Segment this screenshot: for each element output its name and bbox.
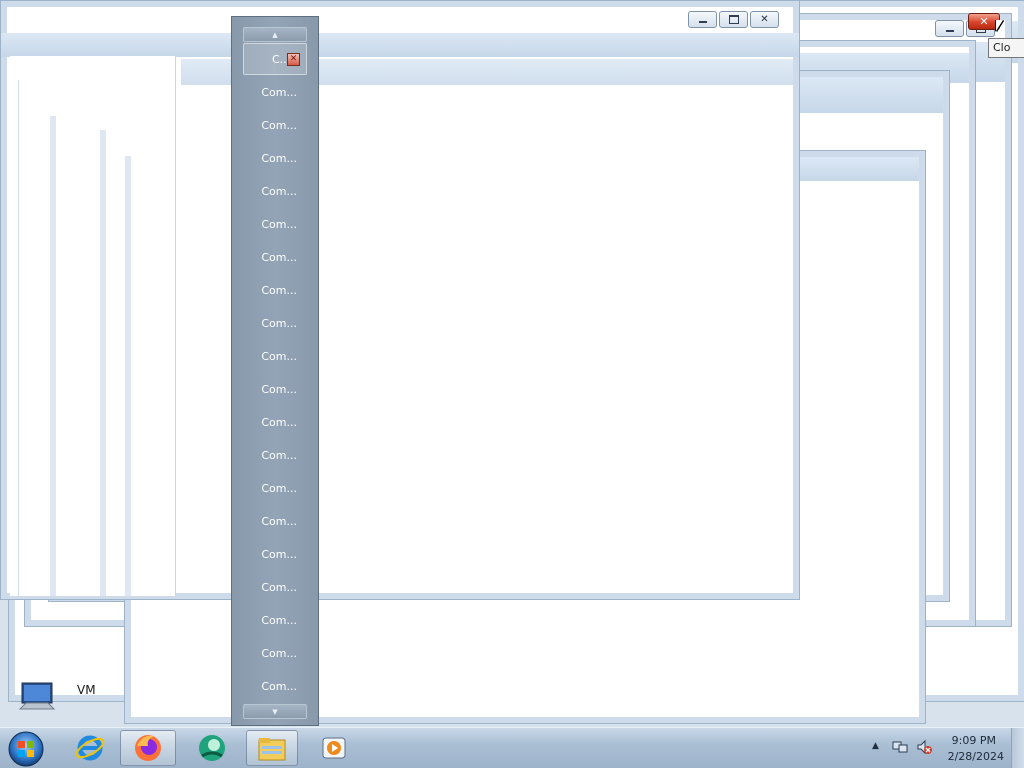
list-item[interactable]: Com... bbox=[243, 109, 307, 141]
list-item[interactable]: Com... bbox=[243, 241, 307, 273]
list-item-label: Com... bbox=[261, 448, 297, 462]
list-item[interactable]: Com... bbox=[243, 670, 307, 702]
list-item-label: Com... bbox=[261, 349, 297, 363]
list-item-label: Com... bbox=[261, 481, 297, 495]
minimize-button[interactable] bbox=[688, 11, 717, 28]
list-item-label: Com... bbox=[261, 679, 297, 693]
list-item[interactable]: Com... bbox=[243, 406, 307, 438]
list-item[interactable]: Com... bbox=[243, 604, 307, 636]
close-button[interactable]: ✕ bbox=[750, 11, 779, 28]
list-item[interactable]: Com... bbox=[243, 472, 307, 504]
list-item[interactable]: Com... bbox=[243, 208, 307, 240]
show-desktop-button[interactable] bbox=[1011, 728, 1024, 768]
desktop: ✕ ▲ C... ✕ Com... Com... Com... Com... C… bbox=[0, 0, 1024, 768]
taskbar: ▲ 9:09 PM 2/28/2024 bbox=[0, 727, 1024, 768]
list-item[interactable]: Com... bbox=[243, 637, 307, 669]
list-item[interactable]: Com... bbox=[243, 373, 307, 405]
list-item[interactable]: Com... bbox=[243, 538, 307, 570]
list-item-label: Com... bbox=[261, 283, 297, 297]
taskbar-media[interactable] bbox=[306, 730, 362, 766]
system-tray: ▲ 9:09 PM 2/28/2024 bbox=[864, 728, 1024, 768]
list-item[interactable]: Com... bbox=[243, 505, 307, 537]
list-item-label: Com... bbox=[261, 85, 297, 99]
list-item[interactable]: Com... bbox=[243, 307, 307, 339]
green-app-icon bbox=[199, 735, 225, 761]
tooltip: Clo bbox=[988, 38, 1024, 58]
list-item-label: Com... bbox=[261, 580, 297, 594]
list-item[interactable]: Com... bbox=[243, 340, 307, 372]
window-overflow-list[interactable]: ▲ C... ✕ Com... Com... Com... Com... Com… bbox=[231, 16, 319, 726]
maximize-button[interactable] bbox=[719, 11, 748, 28]
list-item-label: Com... bbox=[261, 316, 297, 330]
list-item-label: Com... bbox=[261, 250, 297, 264]
list-item[interactable]: Com... bbox=[243, 142, 307, 174]
computer-icon[interactable] bbox=[18, 681, 62, 711]
list-item-label: Com... bbox=[261, 382, 297, 396]
taskbar-app[interactable] bbox=[184, 730, 240, 766]
triangle-up-icon: ▲ bbox=[272, 30, 278, 39]
taskbar-explorer[interactable] bbox=[246, 730, 298, 766]
clock-time[interactable]: 9:09 PM bbox=[952, 734, 996, 747]
start-button[interactable] bbox=[6, 729, 46, 768]
firefox-icon bbox=[135, 735, 161, 761]
list-item-label: Com... bbox=[261, 547, 297, 561]
list-item-label: Com... bbox=[261, 514, 297, 528]
internet-explorer-icon bbox=[75, 735, 105, 761]
volume-muted-icon[interactable] bbox=[916, 739, 932, 755]
list-item-label: Com... bbox=[261, 217, 297, 231]
list-item[interactable]: Com... bbox=[243, 571, 307, 603]
triangle-down-icon: ▼ bbox=[272, 707, 278, 716]
list-item-label: Com... bbox=[261, 415, 297, 429]
network-icon[interactable] bbox=[892, 739, 908, 755]
scroll-up-button[interactable]: ▲ bbox=[243, 27, 307, 42]
list-item-label: Com... bbox=[261, 613, 297, 627]
close-icon: ✕ bbox=[979, 15, 989, 28]
list-item-label: Com... bbox=[261, 646, 297, 660]
list-item[interactable]: Com... bbox=[243, 175, 307, 207]
file-explorer-icon bbox=[258, 738, 286, 761]
taskbar-ie[interactable] bbox=[62, 730, 118, 766]
close-icon[interactable]: ✕ bbox=[287, 53, 300, 66]
media-player-icon bbox=[322, 737, 346, 759]
list-item-label: Com... bbox=[261, 118, 297, 132]
left-pane bbox=[10, 56, 176, 596]
minimize-button[interactable] bbox=[935, 20, 964, 37]
list-item[interactable]: Com... bbox=[243, 76, 307, 108]
mouse-cursor-icon bbox=[996, 20, 1003, 31]
desktop-icon-label: VM bbox=[77, 683, 96, 697]
list-item-label: Com... bbox=[261, 184, 297, 198]
scroll-down-button[interactable]: ▼ bbox=[243, 704, 307, 719]
list-item-label: Com... bbox=[261, 151, 297, 165]
list-item[interactable]: C... ✕ bbox=[243, 43, 307, 75]
clock-date[interactable]: 2/28/2024 bbox=[948, 750, 1004, 763]
show-hidden-icons-button[interactable]: ▲ bbox=[872, 741, 879, 751]
list-item[interactable]: Com... bbox=[243, 439, 307, 471]
list-item[interactable]: Com... bbox=[243, 274, 307, 306]
taskbar-firefox[interactable] bbox=[120, 730, 176, 766]
